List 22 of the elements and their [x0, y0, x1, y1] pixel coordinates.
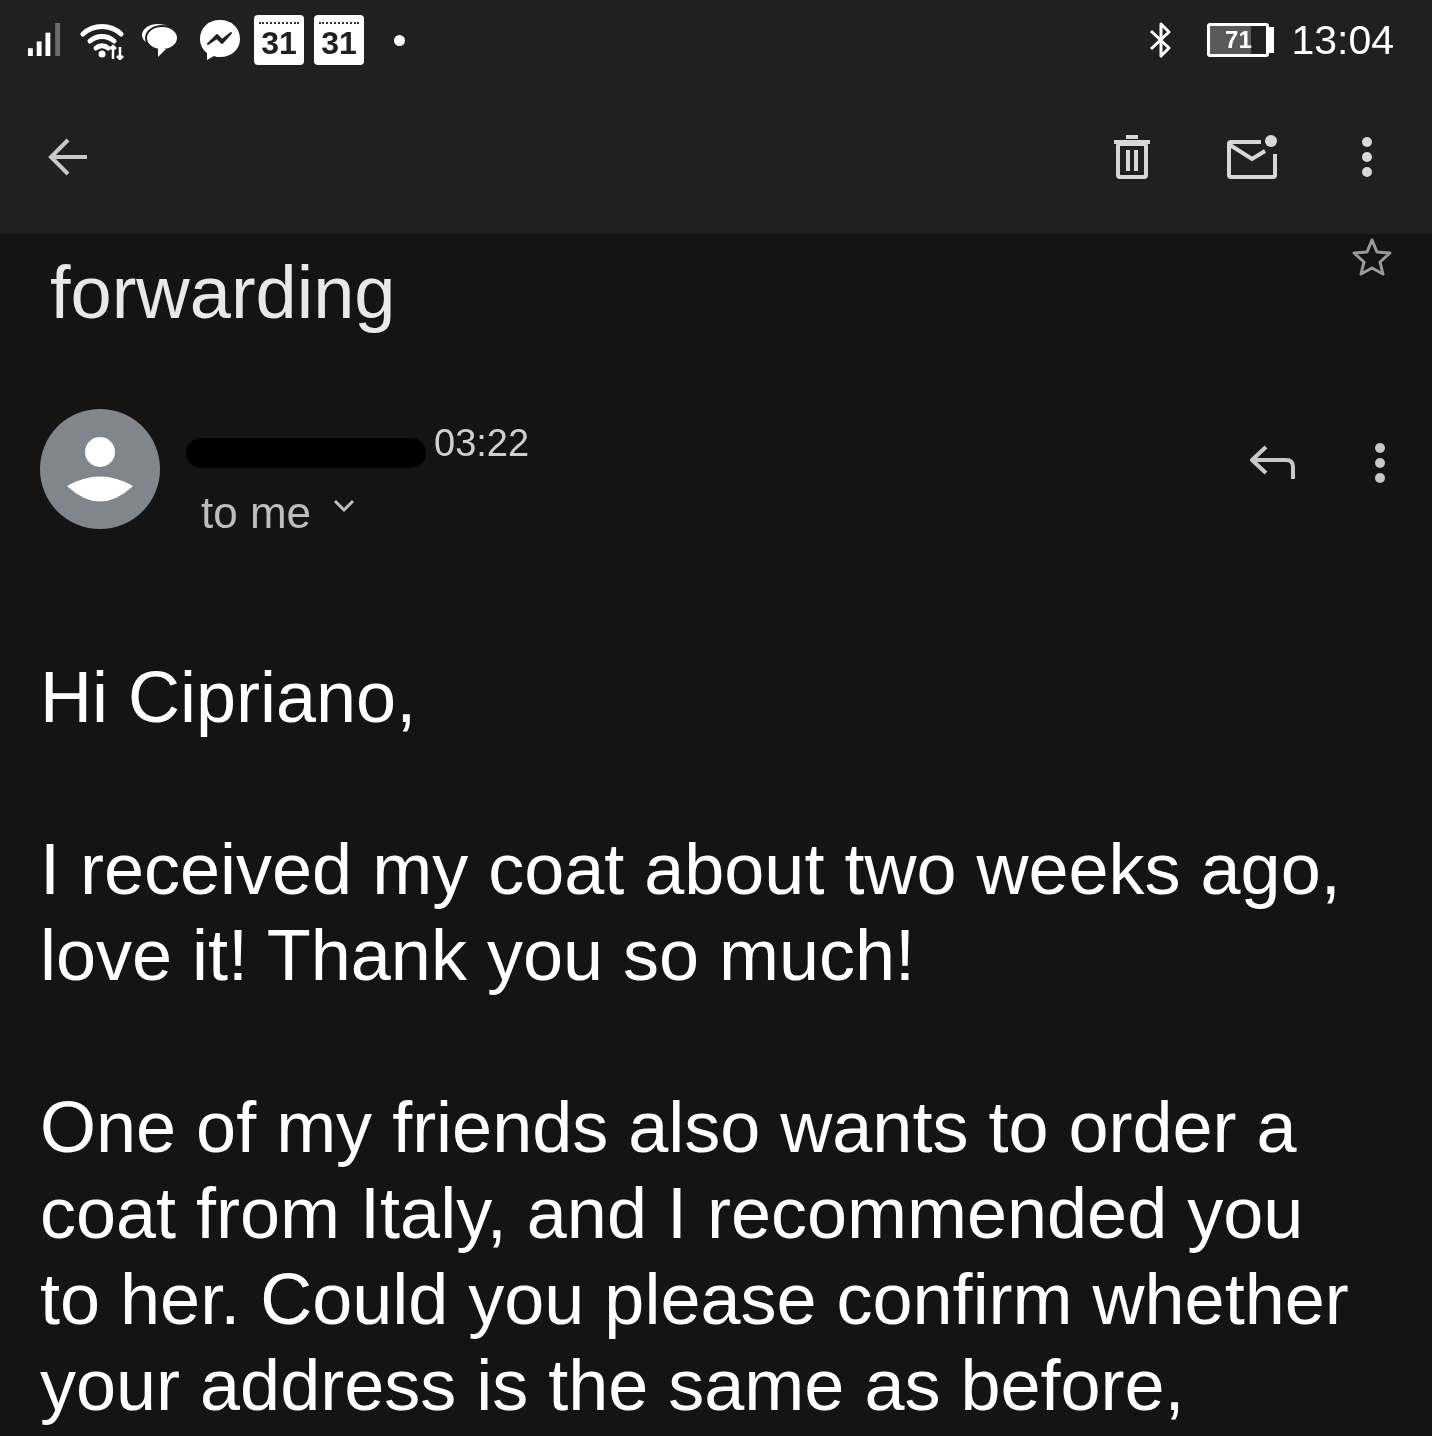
- more-options-icon[interactable]: [1360, 137, 1374, 177]
- body-paragraph: One of my friends also wants to order a coat from Italy, and I recommended you to her. Could you please confirm whether your address is the same as before,: [40, 1086, 1350, 1427]
- avatar-icon: [40, 409, 160, 529]
- more-options-icon[interactable]: [1373, 443, 1387, 483]
- back-arrow-icon[interactable]: [47, 137, 89, 177]
- messenger-icon: [198, 18, 242, 62]
- star-icon[interactable]: [1352, 238, 1392, 276]
- clock-time: 13:04: [1291, 16, 1394, 64]
- trash-icon[interactable]: [1113, 134, 1151, 180]
- notification-dot-icon: [394, 34, 405, 46]
- reply-icon[interactable]: [1249, 445, 1297, 481]
- body-paragraph: I received my coat about two weeks ago, love it! Thank you so much!: [40, 828, 1342, 997]
- subject-title: forwarding: [50, 250, 396, 336]
- calendar-badge: 31: [314, 15, 364, 65]
- chat-bubble-icon: [140, 21, 180, 59]
- body-paragraph: Hi Cipriano,: [40, 656, 418, 739]
- calendar-badge: 31: [254, 15, 304, 65]
- signal-icon: [27, 21, 62, 57]
- chevron-down-icon: [333, 499, 356, 513]
- message-time: 03:22: [434, 421, 530, 465]
- envelope-icon[interactable]: [1227, 134, 1279, 180]
- recipient-details-button[interactable]: to me: [201, 487, 356, 539]
